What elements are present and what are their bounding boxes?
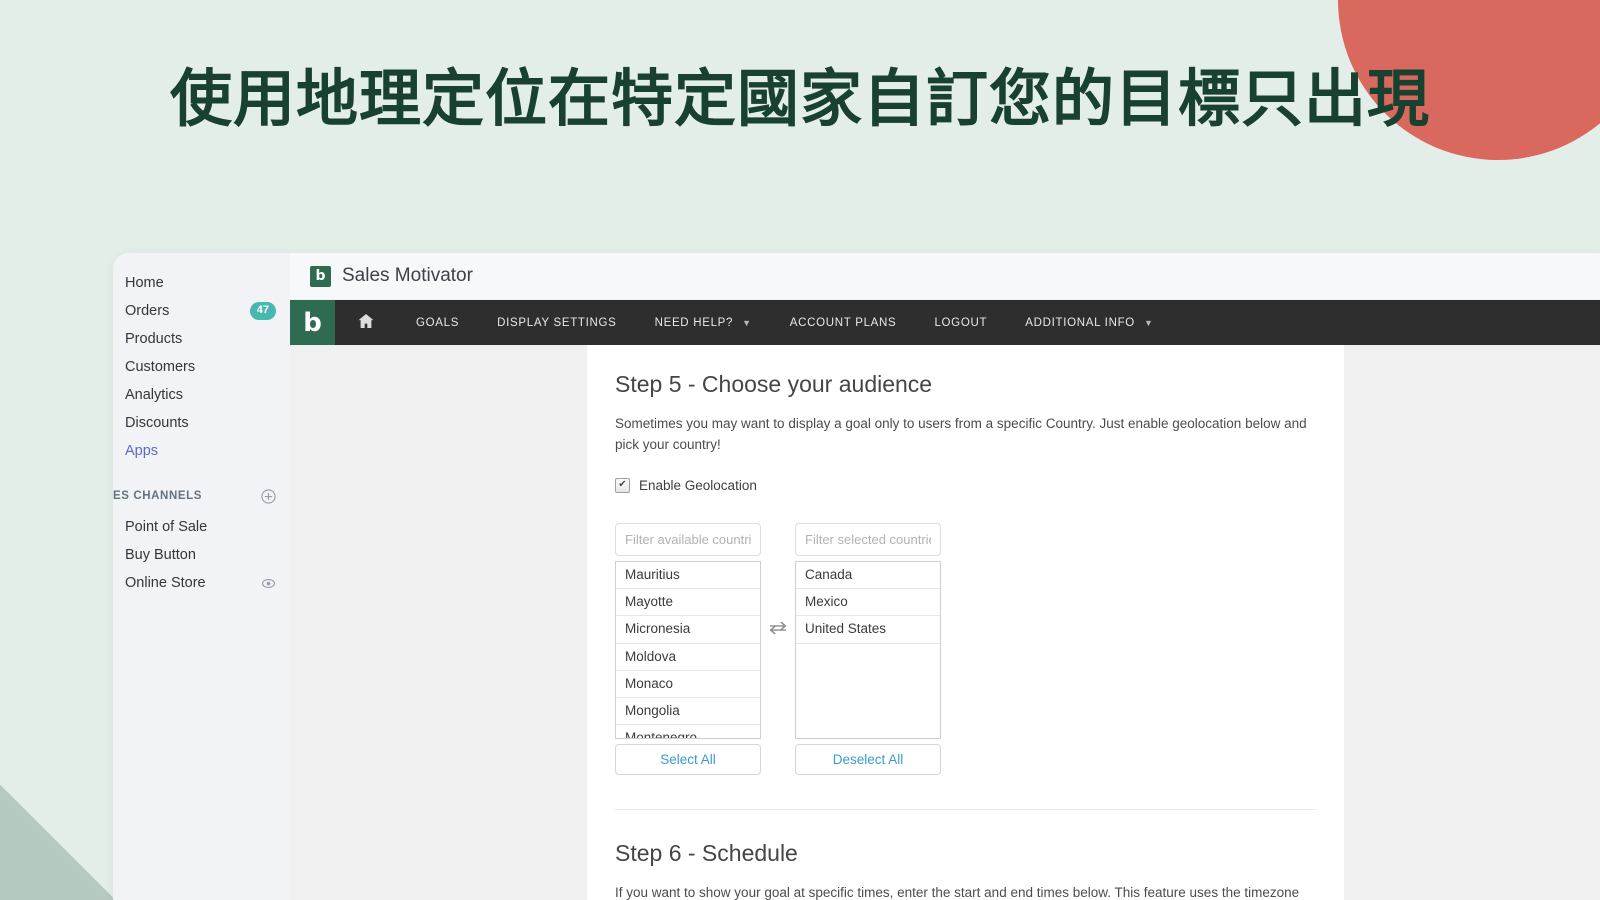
decorative-triangle-bottom-left [0, 785, 115, 900]
exchange-arrows-icon[interactable] [767, 620, 789, 641]
nav-item-label: NEED HELP? [654, 316, 734, 329]
embedded-app: b Sales Motivator b GOALS DISPLAY SETTIN… [290, 253, 1600, 900]
sidebar-section-sales-channels: ES CHANNELS [113, 485, 290, 507]
chevron-down-icon: ▼ [742, 317, 752, 328]
step5-description: Sometimes you may want to display a goal… [615, 416, 1307, 452]
admin-sidebar: Home Orders 47 Products Customers Analyt… [113, 253, 290, 900]
sidebar-item-label: Online Store [125, 575, 206, 591]
deselect-all-button[interactable]: Deselect All [795, 743, 941, 775]
sidebar-item-label: Orders [125, 303, 170, 319]
sidebar-item-orders[interactable]: Orders 47 [113, 297, 290, 325]
list-item[interactable]: Micronesia [616, 616, 760, 644]
app-title: Sales Motivator [342, 265, 473, 286]
nav-item-label: GOALS [416, 316, 460, 329]
app-logo-icon: b [310, 265, 331, 287]
sidebar-item-point-of-sale[interactable]: Point of Sale [113, 513, 290, 541]
step6-title: Step 6 - Schedule [615, 839, 798, 866]
list-item[interactable]: Montenegro [616, 725, 760, 738]
list-item[interactable]: Monaco [616, 671, 760, 699]
sidebar-item-products[interactable]: Products [113, 325, 290, 353]
nav-item-goals[interactable]: GOALS [397, 300, 478, 345]
available-countries-listbox[interactable]: Mauritius Mayotte Micronesia Moldova Mon… [615, 560, 761, 739]
nav-item-label: ADDITIONAL INFO [1025, 316, 1135, 329]
home-icon [357, 312, 375, 333]
sidebar-item-label: Analytics [125, 387, 184, 403]
list-item[interactable]: Mexico [796, 589, 940, 617]
sidebar-item-online-store[interactable]: Online Store [113, 569, 290, 597]
nav-item-additional-info[interactable]: ADDITIONAL INFO ▼ [1006, 300, 1172, 345]
transfer-controls [761, 523, 795, 739]
selected-countries-column: Canada Mexico United States Deselect All [795, 522, 941, 775]
nav-item-logout[interactable]: LOGOUT [915, 300, 1006, 345]
available-countries-column: Mauritius Mayotte Micronesia Moldova Mon… [615, 522, 761, 775]
app-navbar: b GOALS DISPLAY SETTINGS NEED HELP? ▼ AC… [290, 300, 1600, 345]
sidebar-item-analytics[interactable]: Analytics [113, 381, 290, 409]
sidebar-item-label: Point of Sale [125, 519, 208, 535]
sidebar-item-label: Products [125, 331, 183, 347]
nav-item-display-settings[interactable]: DISPLAY SETTINGS [478, 300, 635, 345]
nav-item-account-plans[interactable]: ACCOUNT PLANS [771, 300, 916, 345]
settings-card: Step 5 - Choose your audience Sometimes … [587, 345, 1344, 900]
sidebar-item-label: Home [125, 275, 164, 291]
sidebar-item-label: Apps [125, 443, 159, 459]
orders-count-badge: 47 [249, 302, 276, 320]
screenshot-mock-window: Home Orders 47 Products Customers Analyt… [113, 253, 1600, 900]
list-item[interactable]: Mauritius [616, 562, 760, 590]
select-all-button[interactable]: Select All [615, 743, 761, 775]
selected-countries-listbox[interactable]: Canada Mexico United States [795, 560, 941, 739]
plus-circle-icon[interactable] [261, 488, 276, 504]
app-content-area: Step 5 - Choose your audience Sometimes … [290, 345, 1600, 900]
nav-home-button[interactable] [335, 300, 397, 345]
sidebar-item-label: Customers [125, 359, 196, 375]
app-titlebar: b Sales Motivator [290, 253, 1600, 300]
list-item[interactable]: United States [796, 616, 940, 644]
sidebar-item-discounts[interactable]: Discounts [113, 409, 290, 437]
enable-geolocation-row[interactable]: ✔ Enable Geolocation [615, 477, 1316, 493]
sidebar-item-home[interactable]: Home [113, 269, 290, 297]
enable-geolocation-label: Enable Geolocation [639, 477, 757, 493]
list-item[interactable]: Mongolia [616, 698, 760, 726]
step6-description: If you want to show your goal at specifi… [615, 884, 1300, 900]
section-divider [615, 808, 1316, 810]
app-navbar-logo-icon[interactable]: b [290, 300, 335, 345]
sidebar-item-customers[interactable]: Customers [113, 353, 290, 381]
nav-item-label: ACCOUNT PLANS [789, 316, 897, 329]
nav-item-label: DISPLAY SETTINGS [497, 316, 617, 329]
nav-item-need-help[interactable]: NEED HELP? ▼ [636, 300, 771, 345]
nav-item-label: LOGOUT [934, 316, 988, 329]
chevron-down-icon: ▼ [1143, 317, 1154, 328]
sidebar-section-label: ES CHANNELS [113, 490, 203, 502]
list-item[interactable]: Mayotte [616, 589, 760, 617]
sidebar-item-label: Discounts [125, 415, 189, 431]
step5-title: Step 5 - Choose your audience [615, 371, 933, 397]
country-dual-listbox: Mauritius Mayotte Micronesia Moldova Mon… [615, 522, 1316, 775]
page-headline: 使用地理定位在特定國家自訂您的目標只出現 [169, 62, 1430, 135]
eye-icon[interactable] [261, 576, 276, 591]
selected-countries-filter-input[interactable] [795, 522, 941, 556]
sidebar-item-buy-button[interactable]: Buy Button [113, 541, 290, 569]
enable-geolocation-checkbox[interactable]: ✔ [615, 477, 630, 493]
sidebar-item-apps[interactable]: Apps [113, 437, 290, 465]
sidebar-item-label: Buy Button [125, 547, 196, 563]
available-countries-filter-input[interactable] [615, 522, 761, 556]
list-item[interactable]: Canada [796, 562, 940, 590]
list-item[interactable]: Moldova [616, 644, 760, 671]
